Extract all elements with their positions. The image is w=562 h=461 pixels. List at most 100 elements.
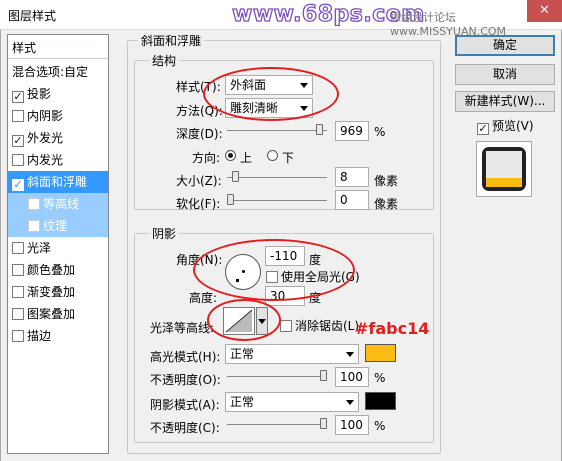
- checkbox[interactable]: [12, 154, 24, 166]
- shadow-mode-value: 正常: [230, 395, 255, 409]
- altitude-label: 高度:: [189, 291, 218, 305]
- sidebar-item-label: 颜色叠加: [27, 263, 76, 277]
- size-slider-track[interactable]: [227, 177, 327, 178]
- shadow-mode-label: 阴影模式(A):: [150, 398, 220, 412]
- checkbox[interactable]: [12, 330, 24, 342]
- sidebar-item-outer-glow[interactable]: ✓ 外发光: [8, 127, 108, 149]
- preview-swatch-icon: [482, 147, 526, 191]
- shadow-opacity-input[interactable]: 100: [335, 415, 369, 435]
- sidebar-item-label: 外发光: [27, 131, 64, 145]
- sidebar-item-label: 纹理: [43, 219, 68, 233]
- sidebar-item-label: 描边: [27, 329, 52, 343]
- sidebar-item-satin[interactable]: 光泽: [8, 237, 108, 259]
- style-preview-thumbnail: [476, 141, 532, 197]
- sidebar-item-stroke[interactable]: 描边: [8, 325, 108, 347]
- shadow-opacity-slider-track[interactable]: [227, 424, 327, 425]
- sidebar-item-label: 投影: [27, 87, 52, 101]
- preview-option[interactable]: ✓ 预览(V): [477, 117, 534, 135]
- sidebar-item-contour[interactable]: 等高线: [8, 193, 108, 215]
- direction-label: 方向:: [192, 151, 221, 165]
- annotation-circle-contour: [207, 299, 281, 341]
- size-slider-thumb[interactable]: [231, 171, 239, 182]
- shadow-opacity-unit: %: [374, 419, 386, 433]
- sidebar-item-texture[interactable]: 纹理: [8, 215, 108, 237]
- annotation-color-code: #fabc14: [355, 319, 430, 338]
- size-input[interactable]: 8: [335, 167, 369, 187]
- antialias-label: 消除锯齿(L): [295, 319, 360, 333]
- checkbox[interactable]: [12, 242, 24, 254]
- preview-label: 预览(V): [492, 119, 534, 133]
- soften-slider-thumb[interactable]: [227, 194, 234, 205]
- direction-up-label: 上: [240, 151, 253, 165]
- sidebar-item-gradient-overlay[interactable]: 渐变叠加: [8, 281, 108, 303]
- soften-slider-track[interactable]: [227, 200, 327, 201]
- soften-label: 软化(F):: [176, 197, 221, 211]
- checkbox[interactable]: [28, 220, 40, 232]
- cancel-button[interactable]: 取消: [455, 64, 555, 85]
- highlight-opacity-slider-track[interactable]: [227, 376, 327, 377]
- style-list-header[interactable]: 样式: [8, 37, 108, 59]
- highlight-color-swatch[interactable]: [365, 344, 396, 362]
- checkbox[interactable]: [28, 198, 40, 210]
- sidebar-item-pattern-overlay[interactable]: 图案叠加: [8, 303, 108, 325]
- highlight-opacity-unit: %: [374, 371, 386, 385]
- shadow-color-swatch[interactable]: [365, 392, 396, 410]
- new-style-button[interactable]: 新建样式(W)...: [455, 91, 555, 112]
- sidebar-item-label: 图案叠加: [27, 307, 76, 321]
- structure-title: 结构: [149, 52, 180, 69]
- checkbox[interactable]: ✓: [477, 123, 489, 135]
- shadow-opacity-label: 不透明度(C):: [150, 421, 220, 435]
- sidebar-item-inner-glow[interactable]: 内发光: [8, 149, 108, 171]
- sidebar-item-label: 斜面和浮雕: [27, 175, 88, 189]
- annotation-circle-angle: [193, 239, 355, 301]
- sidebar-item-label: 渐变叠加: [27, 285, 76, 299]
- antialias-option[interactable]: 消除锯齿(L): [280, 317, 359, 334]
- direction-down-label: 下: [282, 151, 295, 165]
- annotation-circle-style: [203, 67, 339, 121]
- depth-unit: %: [374, 125, 386, 139]
- checkbox[interactable]: [12, 308, 24, 320]
- sidebar-item-drop-shadow[interactable]: ✓ 投影: [8, 83, 108, 105]
- sidebar-item-bevel-emboss[interactable]: ✓ 斜面和浮雕: [8, 171, 108, 193]
- style-list: 样式 混合选项:自定 ✓ 投影 内阴影 ✓ 外发光 内发光 ✓ 斜面和浮雕 等高线 纹…: [7, 34, 109, 454]
- depth-slider-track[interactable]: [227, 130, 327, 131]
- sidebar-item-label: 内阴影: [27, 109, 64, 123]
- shading-title: 阴影: [149, 225, 180, 242]
- close-button[interactable]: ✕: [527, 0, 562, 22]
- chevron-down-icon: [346, 352, 354, 357]
- highlight-opacity-label: 不透明度(O):: [150, 373, 221, 387]
- highlight-opacity-slider-thumb[interactable]: [320, 370, 327, 381]
- checkbox[interactable]: [12, 264, 24, 276]
- direction-down-radio[interactable]: [267, 150, 278, 161]
- sidebar-item-label: 等高线: [43, 197, 80, 211]
- shadow-mode-select[interactable]: 正常: [225, 392, 359, 412]
- sidebar-item-label: 光泽: [27, 241, 52, 255]
- soften-input[interactable]: 0: [335, 190, 369, 210]
- highlight-mode-value: 正常: [230, 347, 255, 361]
- highlight-opacity-input[interactable]: 100: [335, 367, 369, 387]
- sidebar-item-label: 内发光: [27, 153, 64, 167]
- sidebar-item-blending-options[interactable]: 混合选项:自定: [8, 61, 108, 83]
- highlight-mode-select[interactable]: 正常: [225, 344, 359, 364]
- soften-unit: 像素: [374, 197, 399, 211]
- checkbox[interactable]: ✓: [12, 179, 24, 191]
- ok-button[interactable]: 确定: [455, 35, 555, 56]
- size-label: 大小(Z):: [176, 174, 222, 188]
- gloss-contour-label: 光泽等高线:: [150, 321, 215, 335]
- checkbox[interactable]: [12, 110, 24, 122]
- sidebar-item-label: 混合选项:自定: [12, 65, 89, 79]
- checkbox[interactable]: ✓: [12, 135, 24, 147]
- direction-up-radio[interactable]: [225, 150, 236, 161]
- highlight-mode-label: 高光模式(H):: [150, 350, 221, 364]
- depth-slider-thumb[interactable]: [316, 124, 324, 135]
- depth-label: 深度(D):: [176, 127, 223, 141]
- checkbox[interactable]: [280, 320, 292, 332]
- window-title: 图层样式: [8, 9, 57, 23]
- chevron-down-icon: [346, 400, 354, 405]
- sidebar-item-inner-shadow[interactable]: 内阴影: [8, 105, 108, 127]
- depth-input[interactable]: 969: [335, 121, 369, 141]
- checkbox[interactable]: ✓: [12, 91, 24, 103]
- checkbox[interactable]: [12, 286, 24, 298]
- shadow-opacity-slider-thumb[interactable]: [320, 418, 327, 429]
- sidebar-item-color-overlay[interactable]: 颜色叠加: [8, 259, 108, 281]
